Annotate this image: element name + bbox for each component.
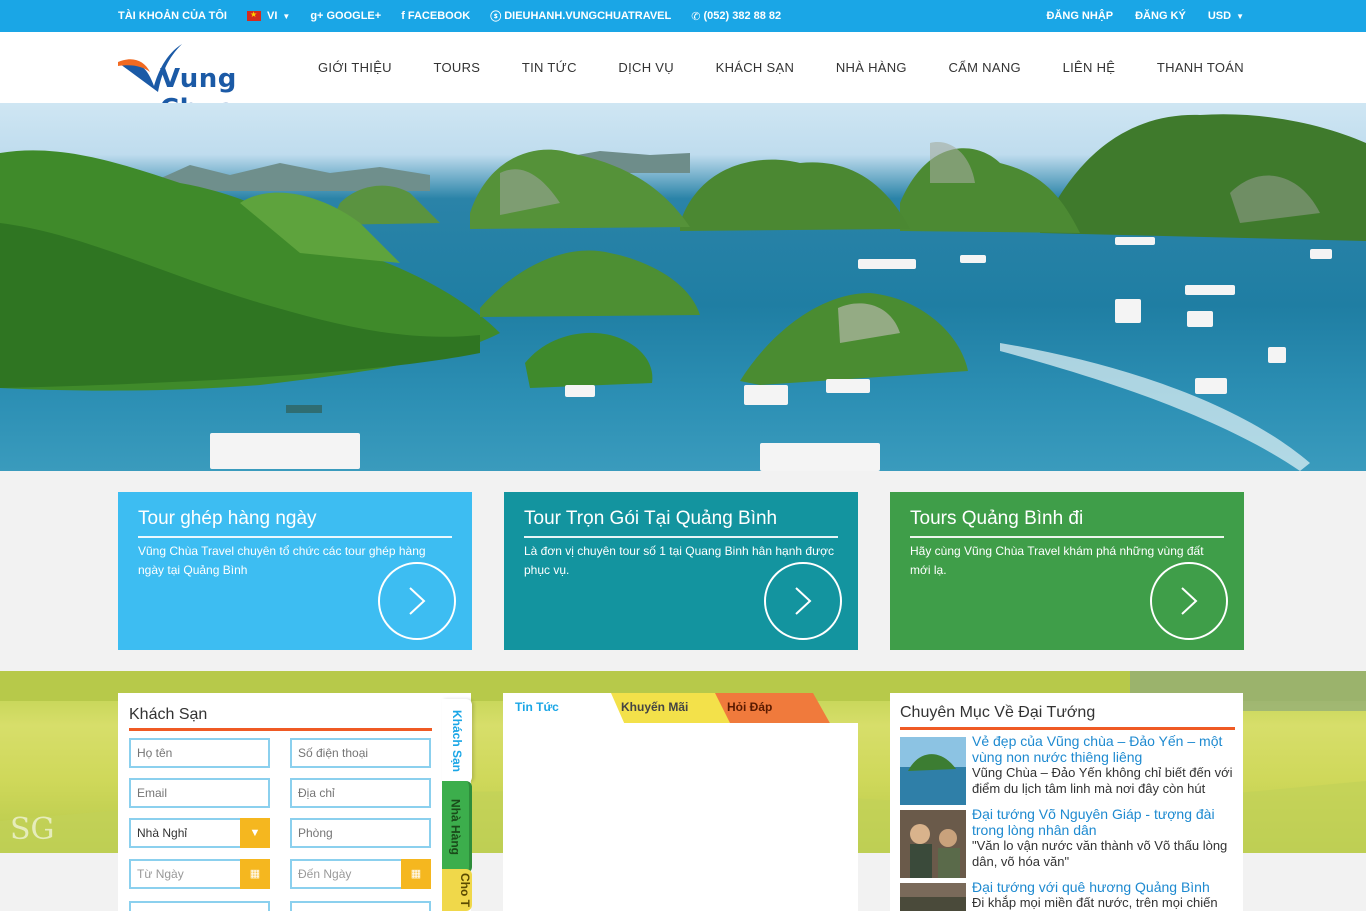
tab-hotels[interactable]: Khách Sạn	[442, 699, 472, 783]
vietnam-flag-icon	[246, 10, 261, 21]
article-item[interactable]: Đại tướng với quê hương Quảng Bình Đi kh…	[900, 879, 1238, 911]
skype-label: DIEUHANH.VUNGCHUATRAVEL	[504, 10, 672, 22]
general-articles-panel: Chuyên Mục Về Đại Tướng Vẻ đẹp của Vũng …	[890, 693, 1243, 911]
facebook-icon: f	[401, 10, 405, 22]
promo-card-daily-tour[interactable]: Tour ghép hàng ngày Vũng Chùa Travel chu…	[118, 492, 472, 650]
article-excerpt: Đi khắp mọi miền đất nước, trên mọi chiế…	[972, 895, 1218, 910]
accommodation-type-value: Nhà Nghỉ	[137, 826, 188, 840]
news-tab-content	[503, 723, 858, 911]
nav-item-guide[interactable]: CẨM NANG	[948, 60, 1020, 75]
room-input[interactable]	[290, 818, 431, 848]
article-item[interactable]: Vẻ đẹp của Vũng chùa – Đảo Yến – một vùn…	[900, 733, 1238, 805]
currency-selector[interactable]: USD ▼	[1208, 10, 1244, 22]
nav-item-contact[interactable]: LIÊN HỆ	[1063, 60, 1116, 75]
promo-card-package-tour[interactable]: Tour Trọn Gói Tại Quảng Bình Là đơn vị c…	[504, 492, 858, 650]
login-link[interactable]: ĐĂNG NHẬP	[1046, 10, 1113, 22]
caret-down-icon: ▼	[1236, 11, 1244, 21]
site-logo[interactable]: Vung Chua	[118, 42, 288, 124]
google-plus-icon: g+	[310, 10, 324, 22]
chevron-right-icon	[409, 587, 426, 615]
chevron-down-icon[interactable]: ▼	[240, 818, 270, 848]
article-title-link[interactable]: Vẻ đẹp của Vũng chùa – Đảo Yến – một vùn…	[972, 733, 1238, 765]
booking-title: Khách Sạn	[129, 706, 432, 731]
article-excerpt: "Văn lo vận nước văn thành võ Võ thấu lò…	[972, 838, 1228, 869]
articles-title: Chuyên Mục Về Đại Tướng	[900, 704, 1235, 730]
news-tab-bar: Tin Tức Khuyến Mãi Hỏi Đáp	[503, 693, 858, 725]
extra-field-1[interactable]	[129, 901, 270, 911]
gathering-photo-icon	[900, 883, 966, 911]
accommodation-type-select[interactable]: Nhà Nghỉ ▼	[129, 818, 270, 848]
promo-arrow-button[interactable]	[378, 562, 456, 640]
calendar-icon[interactable]: ▦	[401, 859, 431, 889]
promo-title: Tours Quảng Bình đi	[910, 508, 1224, 538]
skype-link[interactable]: ⓢ DIEUHANH.VUNGCHUATRAVEL	[490, 8, 671, 24]
article-item[interactable]: Đại tướng Võ Nguyên Giáp - tượng đài tro…	[900, 806, 1238, 878]
promo-section: Tour ghép hàng ngày Vũng Chùa Travel chu…	[118, 492, 1244, 650]
extra-field-2[interactable]	[290, 901, 431, 911]
phone-input[interactable]	[290, 738, 431, 768]
news-tabs-panel: Tin Tức Khuyến Mãi Hỏi Đáp	[503, 693, 858, 911]
nav-item-services[interactable]: DỊCH VỤ	[618, 60, 674, 75]
top-bar: TÀI KHOẢN CỦA TÔI VI ▼ g+ GOOGLE+ f FACE…	[0, 0, 1366, 32]
crowd-photo-icon	[900, 810, 966, 878]
my-account-link[interactable]: TÀI KHOẢN CỦA TÔI	[118, 10, 227, 22]
facebook-label: FACEBOOK	[407, 10, 471, 22]
article-excerpt: Vũng Chùa – Đảo Yến không chỉ biết đến v…	[972, 765, 1233, 796]
article-title-link[interactable]: Đại tướng với quê hương Quảng Bình	[972, 879, 1238, 895]
register-link[interactable]: ĐĂNG KÝ	[1135, 10, 1186, 22]
facebook-link[interactable]: f FACEBOOK	[401, 10, 470, 22]
tab-restaurants[interactable]: Nhà Hàng	[442, 781, 472, 873]
main-nav: GIỚI THIỆU TOURS TIN TỨC DỊCH VỤ KHÁCH S…	[318, 32, 1244, 103]
island-photo-icon	[900, 737, 966, 805]
skype-icon: ⓢ	[490, 11, 502, 23]
nav-item-about[interactable]: GIỚI THIỆU	[318, 60, 392, 75]
article-title-link[interactable]: Đại tướng Võ Nguyên Giáp - tượng đài tro…	[972, 806, 1238, 838]
language-selector[interactable]: VI ▼	[246, 10, 291, 22]
address-input[interactable]	[290, 778, 431, 808]
to-date-placeholder: Đến Ngày	[298, 867, 352, 881]
hero-banner-image	[0, 103, 1366, 471]
chevron-right-icon	[795, 587, 812, 615]
phone-icon: ✆	[691, 10, 701, 23]
article-thumbnail-image[interactable]	[900, 810, 966, 878]
tab-faq[interactable]: Hỏi Đáp	[715, 693, 784, 725]
chevron-right-icon	[1181, 587, 1198, 615]
currency-label: USD	[1207, 10, 1232, 22]
promo-title: Tour ghép hàng ngày	[138, 508, 452, 538]
promo-arrow-button[interactable]	[764, 562, 842, 640]
name-input[interactable]	[129, 738, 270, 768]
bay-landscape-illustration	[0, 114, 1366, 471]
promo-arrow-button[interactable]	[1150, 562, 1228, 640]
tab-other[interactable]: Cho T	[442, 869, 472, 911]
svg-text:SG: SG	[10, 812, 55, 847]
google-plus-label: GOOGLE+	[326, 10, 382, 22]
language-label: VI	[266, 10, 278, 22]
tab-news[interactable]: Tin Tức	[503, 693, 571, 725]
google-plus-link[interactable]: g+ GOOGLE+	[310, 10, 381, 22]
nav-item-hotels[interactable]: KHÁCH SẠN	[716, 60, 795, 75]
caret-down-icon: ▼	[282, 11, 291, 21]
nav-item-tours[interactable]: TOURS	[434, 60, 481, 75]
nav-item-restaurants[interactable]: NHÀ HÀNG	[836, 60, 907, 75]
from-date-placeholder: Từ Ngày	[137, 867, 184, 881]
from-date-input[interactable]: Từ Ngày ▦	[129, 859, 270, 889]
promo-title: Tour Trọn Gói Tại Quảng Bình	[524, 508, 838, 538]
email-input[interactable]	[129, 778, 270, 808]
main-header: Vung Chua GIỚI THIỆU TOURS TIN TỨC DỊCH …	[0, 32, 1366, 124]
phone-link[interactable]: ✆ (052) 382 88 82	[691, 10, 781, 23]
promo-card-quang-binh-tours[interactable]: Tours Quảng Bình đi Hãy cùng Vũng Chùa T…	[890, 492, 1244, 650]
article-thumbnail-image[interactable]	[900, 883, 966, 911]
calendar-icon[interactable]: ▦	[240, 859, 270, 889]
tab-promotions[interactable]: Khuyến Mãi	[609, 693, 700, 725]
nav-item-news[interactable]: TIN TỨC	[522, 60, 577, 75]
to-date-input[interactable]: Đến Ngày ▦	[290, 859, 431, 889]
phone-label: (052) 382 88 82	[703, 10, 782, 22]
article-thumbnail-image[interactable]	[900, 737, 966, 805]
nav-item-payment[interactable]: THANH TOÁN	[1157, 60, 1244, 75]
hotel-booking-panel: Khách Sạn Nhà Nghỉ ▼ Từ Ngày ▦ Đến Ngày …	[118, 693, 472, 911]
